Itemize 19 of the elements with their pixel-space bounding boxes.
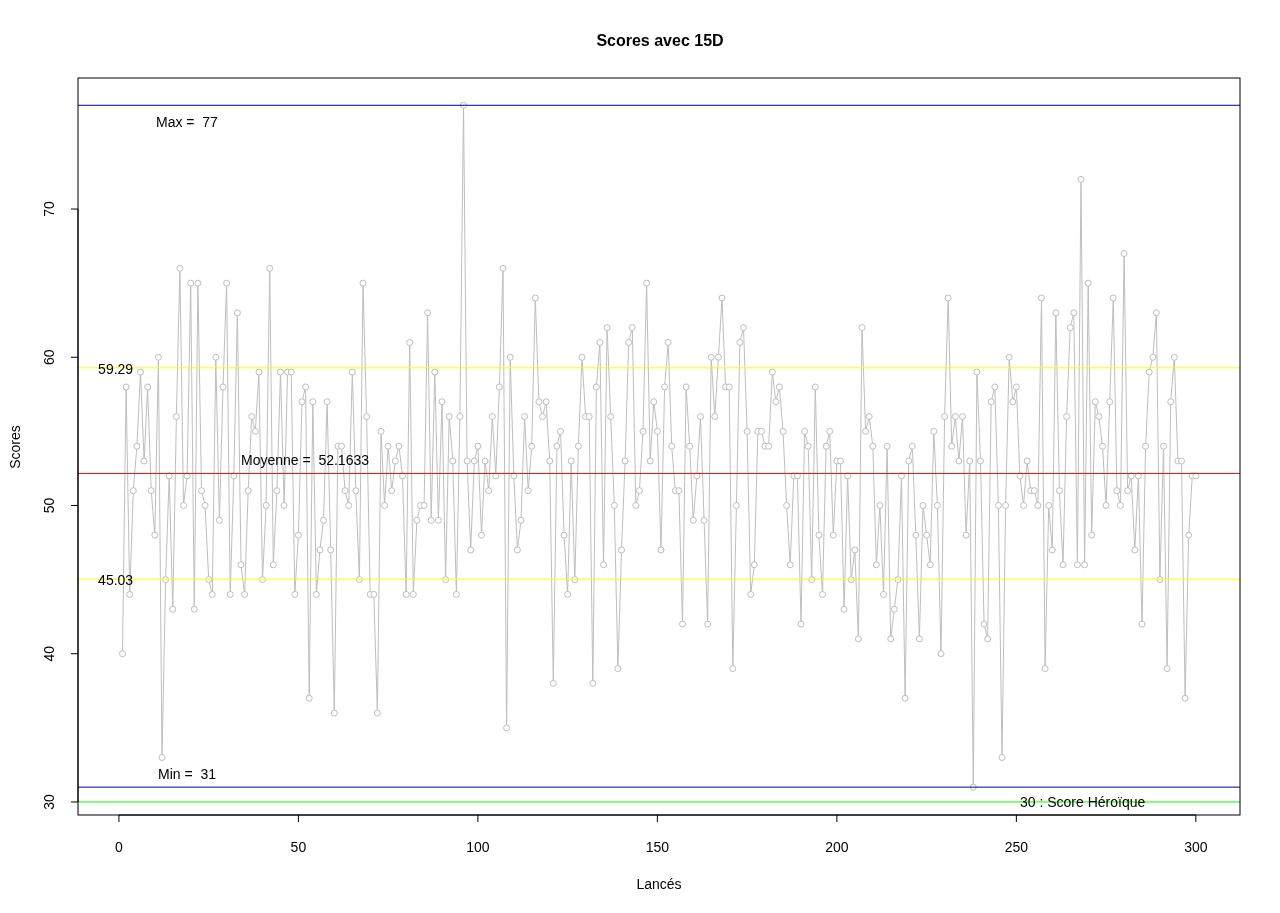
tick-label: 250 [1004, 839, 1029, 855]
line-label: Min = 31 [158, 766, 216, 782]
tick-label: 50 [290, 839, 307, 855]
line-label: Moyenne = 52.1633 [240, 451, 369, 468]
axis-title: Scores [7, 425, 23, 469]
tick-label: 70 [41, 201, 57, 217]
chart-title: Scores avec 15D [596, 32, 724, 49]
tick-label: 100 [466, 839, 490, 855]
tick-label: 0 [115, 839, 123, 855]
line-label: Max = 77 [156, 114, 218, 130]
tick-label: 300 [1184, 839, 1208, 855]
tick-label: 60 [41, 349, 57, 366]
tick-label: 30 [41, 794, 57, 810]
line-label: 30 : Score Héroïque [1019, 793, 1146, 810]
tick-label: 40 [41, 645, 57, 662]
tick-label: 150 [645, 839, 670, 855]
tick-label: 50 [41, 497, 57, 514]
axis-title: Lancés [636, 876, 682, 892]
tick-label: 200 [825, 839, 849, 855]
